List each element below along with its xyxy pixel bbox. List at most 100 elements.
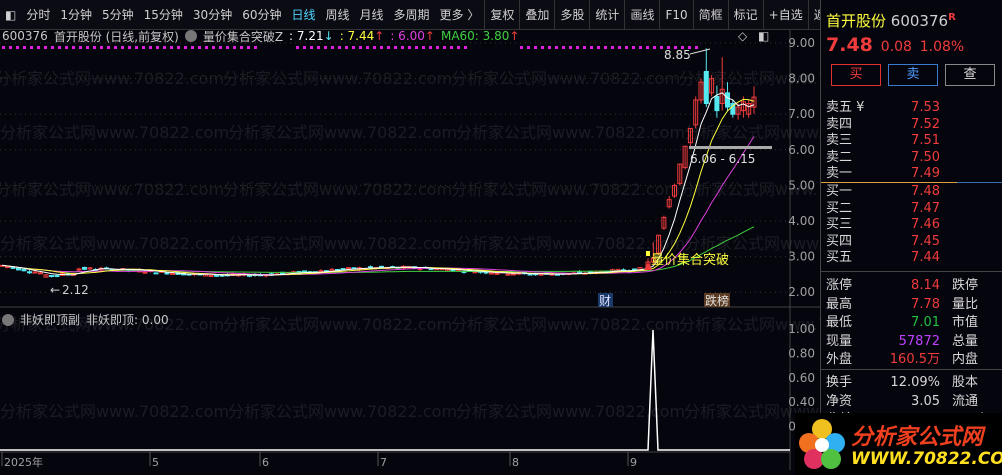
- signal-dot: [359, 46, 362, 49]
- candle-body: [49, 275, 54, 278]
- signal-dot: [205, 46, 208, 49]
- orderbook-label: 卖一: [826, 166, 853, 182]
- orderbook-price: 7.48: [911, 184, 940, 199]
- orderbook-price: 7.45: [911, 233, 940, 249]
- orderbook-label: 买三: [826, 217, 853, 233]
- y-tick-label: 3.00: [788, 250, 815, 264]
- signal-dot: [639, 46, 642, 49]
- signal-dot: [170, 46, 173, 49]
- y-tick-label: 7.00: [788, 107, 815, 121]
- low-price-label: 2.12: [62, 283, 89, 297]
- signal-dot: [226, 46, 229, 49]
- signal-dot: [30, 46, 33, 49]
- signal-dot: [352, 46, 355, 49]
- price-range-bar: [689, 146, 772, 149]
- stat-value: 57872: [898, 333, 940, 349]
- signal-dot: [569, 46, 572, 49]
- kline-chart[interactable]: 9.00 8.00 7.00 6.00 5.00 4.00 3.00 2.00 1.00 0.80…: [0, 0, 820, 475]
- price-range-label: 6.06 - 6.15: [690, 152, 755, 166]
- candle-body: [725, 92, 730, 108]
- time-axis-label: 7: [380, 456, 387, 469]
- signal-dot: [23, 46, 26, 49]
- candle-body: [21, 268, 27, 272]
- signal-dot: [303, 46, 306, 49]
- orderbook-price: 7.50: [911, 149, 940, 165]
- signal-dot: [345, 46, 348, 49]
- time-axis-label: 5: [152, 456, 159, 469]
- signal-dot: [457, 46, 460, 49]
- candle-body: [318, 270, 324, 273]
- stat-label: 最高: [826, 296, 853, 312]
- y-tick-label: 8.00: [788, 72, 815, 86]
- signal-dot: [387, 46, 390, 49]
- signal-dot: [590, 46, 593, 49]
- signal-dot: [44, 46, 47, 49]
- signal-dot: [527, 46, 530, 49]
- stats-row: 最低 7.01 市值: [826, 315, 998, 331]
- time-axis-label: 8: [512, 456, 519, 469]
- sub-indicator-menu-icon[interactable]: [2, 313, 14, 326]
- signal-dot: [429, 46, 432, 49]
- candle-body: [346, 267, 351, 270]
- signal-dot: [93, 46, 96, 49]
- signal-dot: [317, 46, 320, 49]
- buy-button[interactable]: 买: [831, 64, 881, 86]
- orderbook-row: 卖四 7.52: [826, 117, 998, 133]
- signal-dot: [555, 46, 558, 49]
- orderbook-row: 卖三 7.51: [826, 133, 998, 149]
- stat-label: 现量: [826, 333, 853, 349]
- signal-dot: [520, 46, 523, 49]
- stat-label: 最低: [826, 315, 853, 331]
- quote-name: 首开股份: [826, 12, 887, 30]
- signal-dot: [310, 46, 313, 49]
- candle-body: [714, 95, 720, 112]
- sub-indicator-title: 非妖即顶副: [20, 313, 81, 327]
- stats-row: 涨停 8.14 跌停: [826, 278, 998, 294]
- signal-dot: [408, 46, 411, 49]
- signal-dot: [58, 46, 61, 49]
- signal-dot: [422, 46, 425, 49]
- orderbook-row: 买三 7.46: [826, 217, 998, 233]
- sub-y-tick-label: 0.60: [788, 371, 815, 385]
- signal-dot: [576, 46, 579, 49]
- candle-body: [511, 273, 516, 276]
- candle-body: [32, 271, 38, 274]
- y-tick-label: 4.00: [788, 214, 815, 228]
- site-logo: 分析家公式网 WWW.70822.COM: [795, 413, 1002, 475]
- stat-value: 12.09%: [890, 375, 940, 390]
- flower-logo-icon: [799, 419, 845, 469]
- orderbook-row: 卖五 ¥ 7.53: [826, 100, 998, 116]
- candle-body: [214, 274, 219, 277]
- stat-right-label: 总量: [952, 333, 979, 349]
- signal-dot: [2, 46, 5, 49]
- finance-marker: 财: [599, 294, 611, 308]
- orderbook-row: 买二 7.47: [826, 201, 998, 217]
- signal-dot: [583, 46, 586, 49]
- signal-dot: [156, 46, 159, 49]
- orderbook-row: 买四 7.45: [826, 234, 998, 250]
- signal-dot: [37, 46, 40, 49]
- y-tick-label: 9.00: [788, 36, 815, 50]
- stats-row: 最高 7.78 量比: [826, 297, 998, 313]
- sub-indicator-value: 非妖即顶: 0.00: [86, 313, 169, 327]
- signal-dot: [9, 46, 12, 49]
- orderbook-price: 7.53: [911, 100, 940, 115]
- stat-label: 涨停: [826, 278, 853, 293]
- candle-body: [142, 271, 148, 274]
- signal-dot: [233, 46, 236, 49]
- ma60-line: [1, 226, 755, 274]
- sell-button[interactable]: 卖: [888, 64, 938, 86]
- signal-dot: [212, 46, 215, 49]
- arrow-icon: ←: [50, 283, 60, 297]
- candle-body: [379, 265, 384, 268]
- time-axis-label: 9: [630, 456, 637, 469]
- signal-dot: [611, 46, 614, 49]
- signal-dot: [443, 46, 446, 49]
- signal-dot: [72, 46, 75, 49]
- candle-body: [38, 272, 43, 275]
- query-button[interactable]: 查: [945, 64, 995, 86]
- candle-body: [10, 266, 16, 269]
- high-price-label: 8.85: [664, 48, 691, 62]
- orderbook-price: 7.49: [911, 166, 940, 182]
- candle-body: [16, 267, 21, 271]
